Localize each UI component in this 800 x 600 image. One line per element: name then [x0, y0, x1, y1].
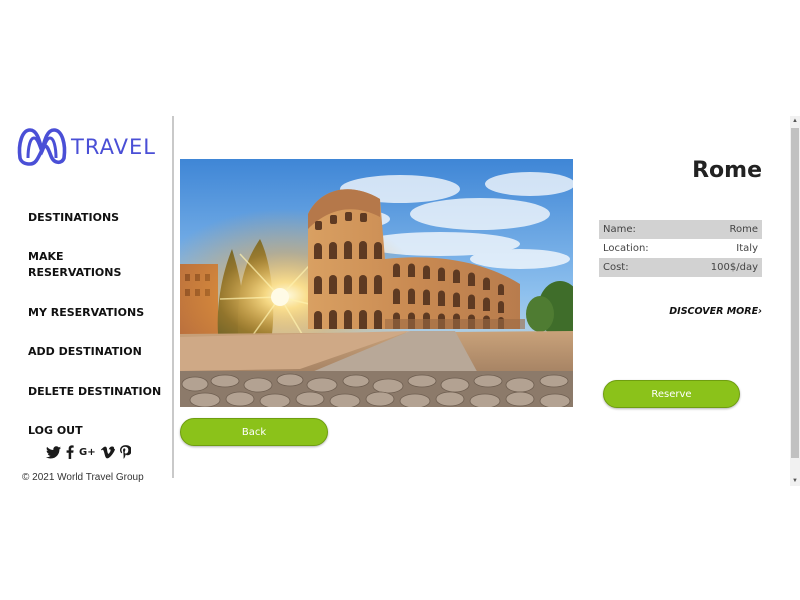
infinity-m-logo-icon [17, 128, 67, 166]
facebook-icon[interactable] [66, 445, 74, 459]
details-value: Rome [679, 220, 762, 239]
details-row-location: Location: Italy [599, 239, 762, 258]
nav-make-reservations-line1: MAKE [28, 250, 64, 263]
details-label: Location: [603, 243, 649, 254]
nav-make-reservations-line2: RESERVATIONS [28, 266, 122, 279]
discover-more-label: DISCOVER MORE [669, 306, 759, 317]
google-plus-icon[interactable]: G+ [79, 447, 96, 458]
discover-more-link[interactable]: DISCOVER MORE› [600, 306, 762, 317]
chevron-right-icon: › [758, 306, 762, 317]
nav-log-out[interactable]: LOG OUT [28, 423, 83, 439]
copyright: © 2021 World Travel Group [22, 472, 144, 483]
scroll-thumb[interactable] [791, 128, 799, 458]
nav-my-reservations[interactable]: MY RESERVATIONS [28, 305, 144, 321]
brand-name: TRAVEL [71, 135, 156, 159]
app-frame: TRAVEL DESTINATIONS MAKE RESERVATIONS MY… [0, 116, 800, 486]
nav-add-destination[interactable]: ADD DESTINATION [28, 344, 142, 360]
nav-make-reservations[interactable]: MAKE RESERVATIONS [28, 249, 121, 281]
scroll-up-arrow-icon[interactable]: ▲ [790, 116, 800, 126]
twitter-icon[interactable] [46, 445, 61, 459]
details-row-name: Name: Rome [599, 220, 762, 239]
details-label: Name: [599, 220, 680, 239]
reserve-button[interactable]: Reserve [603, 380, 740, 408]
details-label: Cost: [599, 258, 680, 277]
details-row-cost: Cost: 100$/day [599, 258, 762, 277]
destination-title: Rome [692, 158, 762, 183]
pinterest-icon[interactable] [119, 445, 131, 459]
scrollbar[interactable]: ▲ ▼ [790, 116, 800, 486]
details-value: 100$/day [679, 258, 762, 277]
details-value: Italy [736, 243, 758, 254]
vimeo-icon[interactable] [100, 446, 115, 459]
colosseum-photo [180, 159, 573, 407]
sidebar: TRAVEL DESTINATIONS MAKE RESERVATIONS MY… [0, 116, 174, 483]
logo[interactable]: TRAVEL [16, 124, 156, 166]
destination-details-table: Name: Rome Location: Italy Cost: 100$/da… [599, 220, 762, 277]
back-button[interactable]: Back [180, 418, 328, 446]
social-links: G+ [46, 445, 131, 459]
nav-delete-destination[interactable]: DELETE DESTINATION [28, 384, 161, 400]
nav-destinations[interactable]: DESTINATIONS [28, 210, 119, 226]
scroll-down-arrow-icon[interactable]: ▼ [790, 476, 800, 486]
